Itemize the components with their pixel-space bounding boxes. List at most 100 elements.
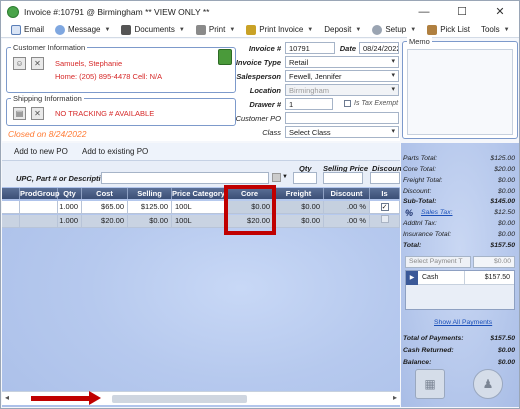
chevron-down-icon: ▼ <box>104 26 111 33</box>
cell-prodgroup[interactable] <box>20 215 58 228</box>
salesperson-select[interactable]: Fewell, Jennifer <box>285 70 399 82</box>
table-row[interactable]: 1.000 $20.00 $0.00 100L $20.00 $0.00 .00… <box>2 215 400 228</box>
taxable-checkbox[interactable]: ✓ <box>380 203 389 211</box>
payment-type-select[interactable]: Select Payment T <box>405 256 471 268</box>
cell-qty[interactable]: 1.000 <box>58 215 82 228</box>
cell-freight[interactable]: $0.00 <box>274 201 324 214</box>
row-selector[interactable] <box>2 215 20 228</box>
location-label: Location <box>249 86 281 95</box>
tax-exempt-checkbox[interactable] <box>344 100 351 107</box>
register-button[interactable]: ▦ <box>415 369 445 399</box>
cell-discount[interactable]: .00 % <box>324 215 370 228</box>
cell-discount[interactable]: .00 % <box>324 201 370 214</box>
tax-exempt-label: Is Tax Exempt <box>354 100 399 107</box>
title-bar: Invoice #:10791 @ Birmingham ** VIEW ONL… <box>1 1 519 22</box>
col-freight[interactable]: Freight <box>274 188 324 199</box>
po-tabs: Add to new PO Add to existing PO <box>2 143 400 161</box>
cell-qty[interactable]: 1.000 <box>58 201 82 214</box>
row-pointer-icon: ▶ <box>406 271 418 285</box>
cell-price-category[interactable]: 100L <box>172 201 226 214</box>
customer-po-field[interactable] <box>285 112 399 124</box>
table-row[interactable]: 1.000 $65.00 $125.00 100L $0.00 $0.00 .0… <box>2 201 400 214</box>
core-total-row: Core Total: $20.00 <box>403 166 515 176</box>
payment-amount-input[interactable]: $0.00 <box>473 256 515 268</box>
invoice-type-select[interactable]: Retail <box>285 56 399 68</box>
shipping-lookup-button[interactable]: ▤ <box>13 107 26 120</box>
memo-textarea[interactable] <box>407 49 513 135</box>
col-is-taxable[interactable]: Is Taxab <box>370 188 400 209</box>
date-field[interactable]: 08/24/2022 <box>359 42 399 54</box>
qty-input[interactable] <box>293 172 317 184</box>
menu-print[interactable]: Print ▼ <box>195 24 235 35</box>
chevron-down-icon[interactable]: ▼ <box>282 174 288 180</box>
invoice-type-label: Invoice Type <box>235 58 281 67</box>
discount-input[interactable] <box>370 172 400 184</box>
customer-lookup-button[interactable]: ☺ <box>13 57 26 70</box>
menu-pick-list[interactable]: Pick List <box>427 24 470 35</box>
closed-status: Closed on 8/24/2022 <box>8 129 87 139</box>
taxable-checkbox[interactable] <box>380 215 389 223</box>
scrollbar-thumb[interactable] <box>112 395 247 403</box>
total-row: Total: $157.50 <box>403 242 515 252</box>
invoice-no-label: Invoice # <box>248 44 281 53</box>
row-selector[interactable] <box>2 201 20 214</box>
menu-message[interactable]: Message ▼ <box>55 24 111 35</box>
location-select[interactable]: Birmingham <box>285 84 399 96</box>
scroll-right-icon[interactable]: ▸ <box>393 393 397 402</box>
stamp-icon: ♟ <box>482 377 494 391</box>
cell-taxable[interactable]: ✓ <box>370 201 400 214</box>
close-button[interactable]: ✕ <box>481 1 519 22</box>
menu-tools[interactable]: Tools ▼ <box>481 25 510 34</box>
show-all-payments-link[interactable]: Show All Payments <box>434 319 492 326</box>
upc-input[interactable] <box>101 172 269 184</box>
maximize-button[interactable]: ☐ <box>443 1 481 22</box>
window-controls: — ☐ ✕ <box>405 1 519 22</box>
menu-print-invoice[interactable]: Print Invoice ▼ <box>246 24 313 35</box>
freight-total-row: Freight Total: $0.00 <box>403 177 515 187</box>
col-cost[interactable]: Cost <box>82 188 128 199</box>
col-selling-price[interactable]: Selling Price <box>128 188 172 209</box>
shipping-clear-button[interactable]: ✕ <box>31 107 44 120</box>
salesperson-label: Salesperson <box>236 72 281 81</box>
shipping-info-title: Shipping Information <box>11 94 84 103</box>
cash-register-icon: ▦ <box>424 377 436 391</box>
class-select[interactable]: Select Class <box>285 126 399 138</box>
search-grid-icon[interactable] <box>272 173 281 182</box>
col-price-category[interactable]: Price Category <box>172 188 226 199</box>
scroll-left-icon[interactable]: ◂ <box>5 393 9 402</box>
parts-total-value: $125.00 <box>490 155 515 162</box>
menu-deposit[interactable]: Deposit ▼ <box>324 25 361 34</box>
customer-clear-button[interactable]: ✕ <box>31 57 44 70</box>
cell-selling-price[interactable]: $125.00 <box>128 201 172 214</box>
stamp-button[interactable]: ♟ <box>473 369 503 399</box>
chevron-down-icon: ▼ <box>503 26 510 33</box>
total-payments-value: $157.50 <box>490 335 515 342</box>
addtl-tax-row: Addtnl Tax: $0.00 <box>403 220 515 230</box>
cell-selling-price[interactable]: $0.00 <box>128 215 172 228</box>
add-to-new-po-button[interactable]: Add to new PO <box>14 147 68 156</box>
drawer-field[interactable]: 1 <box>285 98 333 110</box>
list-item[interactable]: ▶ Cash $157.50 <box>406 271 514 285</box>
percent-icon[interactable]: % <box>405 208 413 218</box>
cell-cost[interactable]: $20.00 <box>82 215 128 228</box>
drawer-label: Drawer # <box>249 100 281 109</box>
cell-taxable[interactable] <box>370 215 400 228</box>
cell-price-category[interactable]: 100L <box>172 215 226 228</box>
col-prodgroup[interactable]: ProdGroup <box>20 188 60 199</box>
col-qty[interactable]: Qty <box>58 188 82 199</box>
sales-tax-link[interactable]: Sales Tax: <box>421 209 453 216</box>
col-discount[interactable]: Discount <box>324 188 370 199</box>
selling-price-input[interactable] <box>323 172 363 184</box>
person-icon: ☺ <box>15 59 24 68</box>
minimize-button[interactable]: — <box>405 1 443 22</box>
customer-po-label: Customer PO <box>235 114 281 123</box>
menu-setup[interactable]: Setup ▼ <box>372 24 416 35</box>
menu-documents[interactable]: Documents ▼ <box>121 24 185 35</box>
cell-freight[interactable]: $0.00 <box>274 215 324 228</box>
addtl-tax-label: Addtnl Tax: <box>403 220 437 227</box>
cell-cost[interactable]: $65.00 <box>82 201 128 214</box>
cell-prodgroup[interactable] <box>20 201 58 214</box>
menu-email[interactable]: Email <box>11 24 44 35</box>
sales-tax-value: $12.50 <box>494 209 515 216</box>
add-to-existing-po-button[interactable]: Add to existing PO <box>82 147 148 156</box>
